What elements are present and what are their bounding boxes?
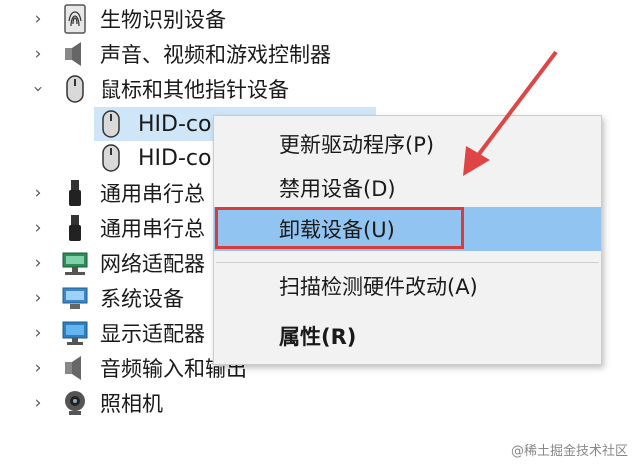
camera-icon: [65, 391, 85, 415]
menu-separator: [216, 262, 599, 263]
tree-item-label: 网络适配器: [100, 252, 205, 276]
fingerprint-icon: [64, 4, 86, 34]
display-icon: [62, 321, 88, 345]
chevron-down-icon[interactable]: ›: [28, 81, 48, 97]
tree-item-label: 系统设备: [100, 287, 184, 311]
usb-icon: [69, 215, 81, 241]
mouse-icon: [102, 144, 120, 172]
annotation-highlight-box: [215, 207, 464, 249]
tree-item-label: HID-co: [138, 111, 212, 137]
chevron-right-icon[interactable]: ›: [30, 288, 46, 308]
mouse-icon: [66, 75, 84, 103]
chevron-right-icon[interactable]: ›: [30, 358, 46, 378]
tree-item-biometric[interactable]: › 生物识别设备: [0, 2, 640, 36]
speaker-icon: [65, 356, 81, 380]
menu-item-disable-device[interactable]: 禁用设备(D): [214, 166, 601, 210]
menu-item-update-driver[interactable]: 更新驱动程序(P): [214, 122, 601, 166]
speaker-icon: [65, 42, 81, 66]
chevron-right-icon[interactable]: ›: [30, 253, 46, 273]
tree-item-camera[interactable]: › 照相机: [0, 386, 640, 420]
usb-icon: [69, 180, 81, 206]
mouse-icon: [102, 110, 120, 138]
tree-item-label: 生物识别设备: [100, 8, 226, 32]
network-icon: [62, 252, 88, 275]
tree-item-label: 通用串行总: [100, 217, 205, 241]
menu-item-scan-hardware[interactable]: 扫描检测硬件改动(A): [214, 264, 601, 308]
tree-item-mice[interactable]: › 鼠标和其他指针设备: [0, 72, 640, 106]
tree-item-label: 鼠标和其他指针设备: [100, 78, 289, 102]
watermark: @稀土掘金技术社区: [510, 444, 628, 459]
tree-item-label: 通用串行总: [100, 182, 205, 206]
system-icon: [62, 287, 88, 309]
menu-item-properties[interactable]: 属性(R): [214, 314, 601, 358]
chevron-right-icon[interactable]: ›: [30, 183, 46, 203]
chevron-right-icon[interactable]: ›: [30, 218, 46, 238]
tree-item-label: 声音、视频和游戏控制器: [100, 43, 331, 67]
tree-item-label: 照相机: [100, 392, 163, 416]
chevron-right-icon[interactable]: ›: [30, 323, 46, 343]
chevron-right-icon[interactable]: ›: [30, 9, 46, 29]
tree-item-sound[interactable]: › 声音、视频和游戏控制器: [0, 37, 640, 71]
chevron-right-icon[interactable]: ›: [30, 44, 46, 64]
tree-item-label: 显示适配器: [100, 322, 205, 346]
tree-item-label: HID-co: [138, 145, 212, 171]
chevron-right-icon[interactable]: ›: [30, 393, 46, 413]
